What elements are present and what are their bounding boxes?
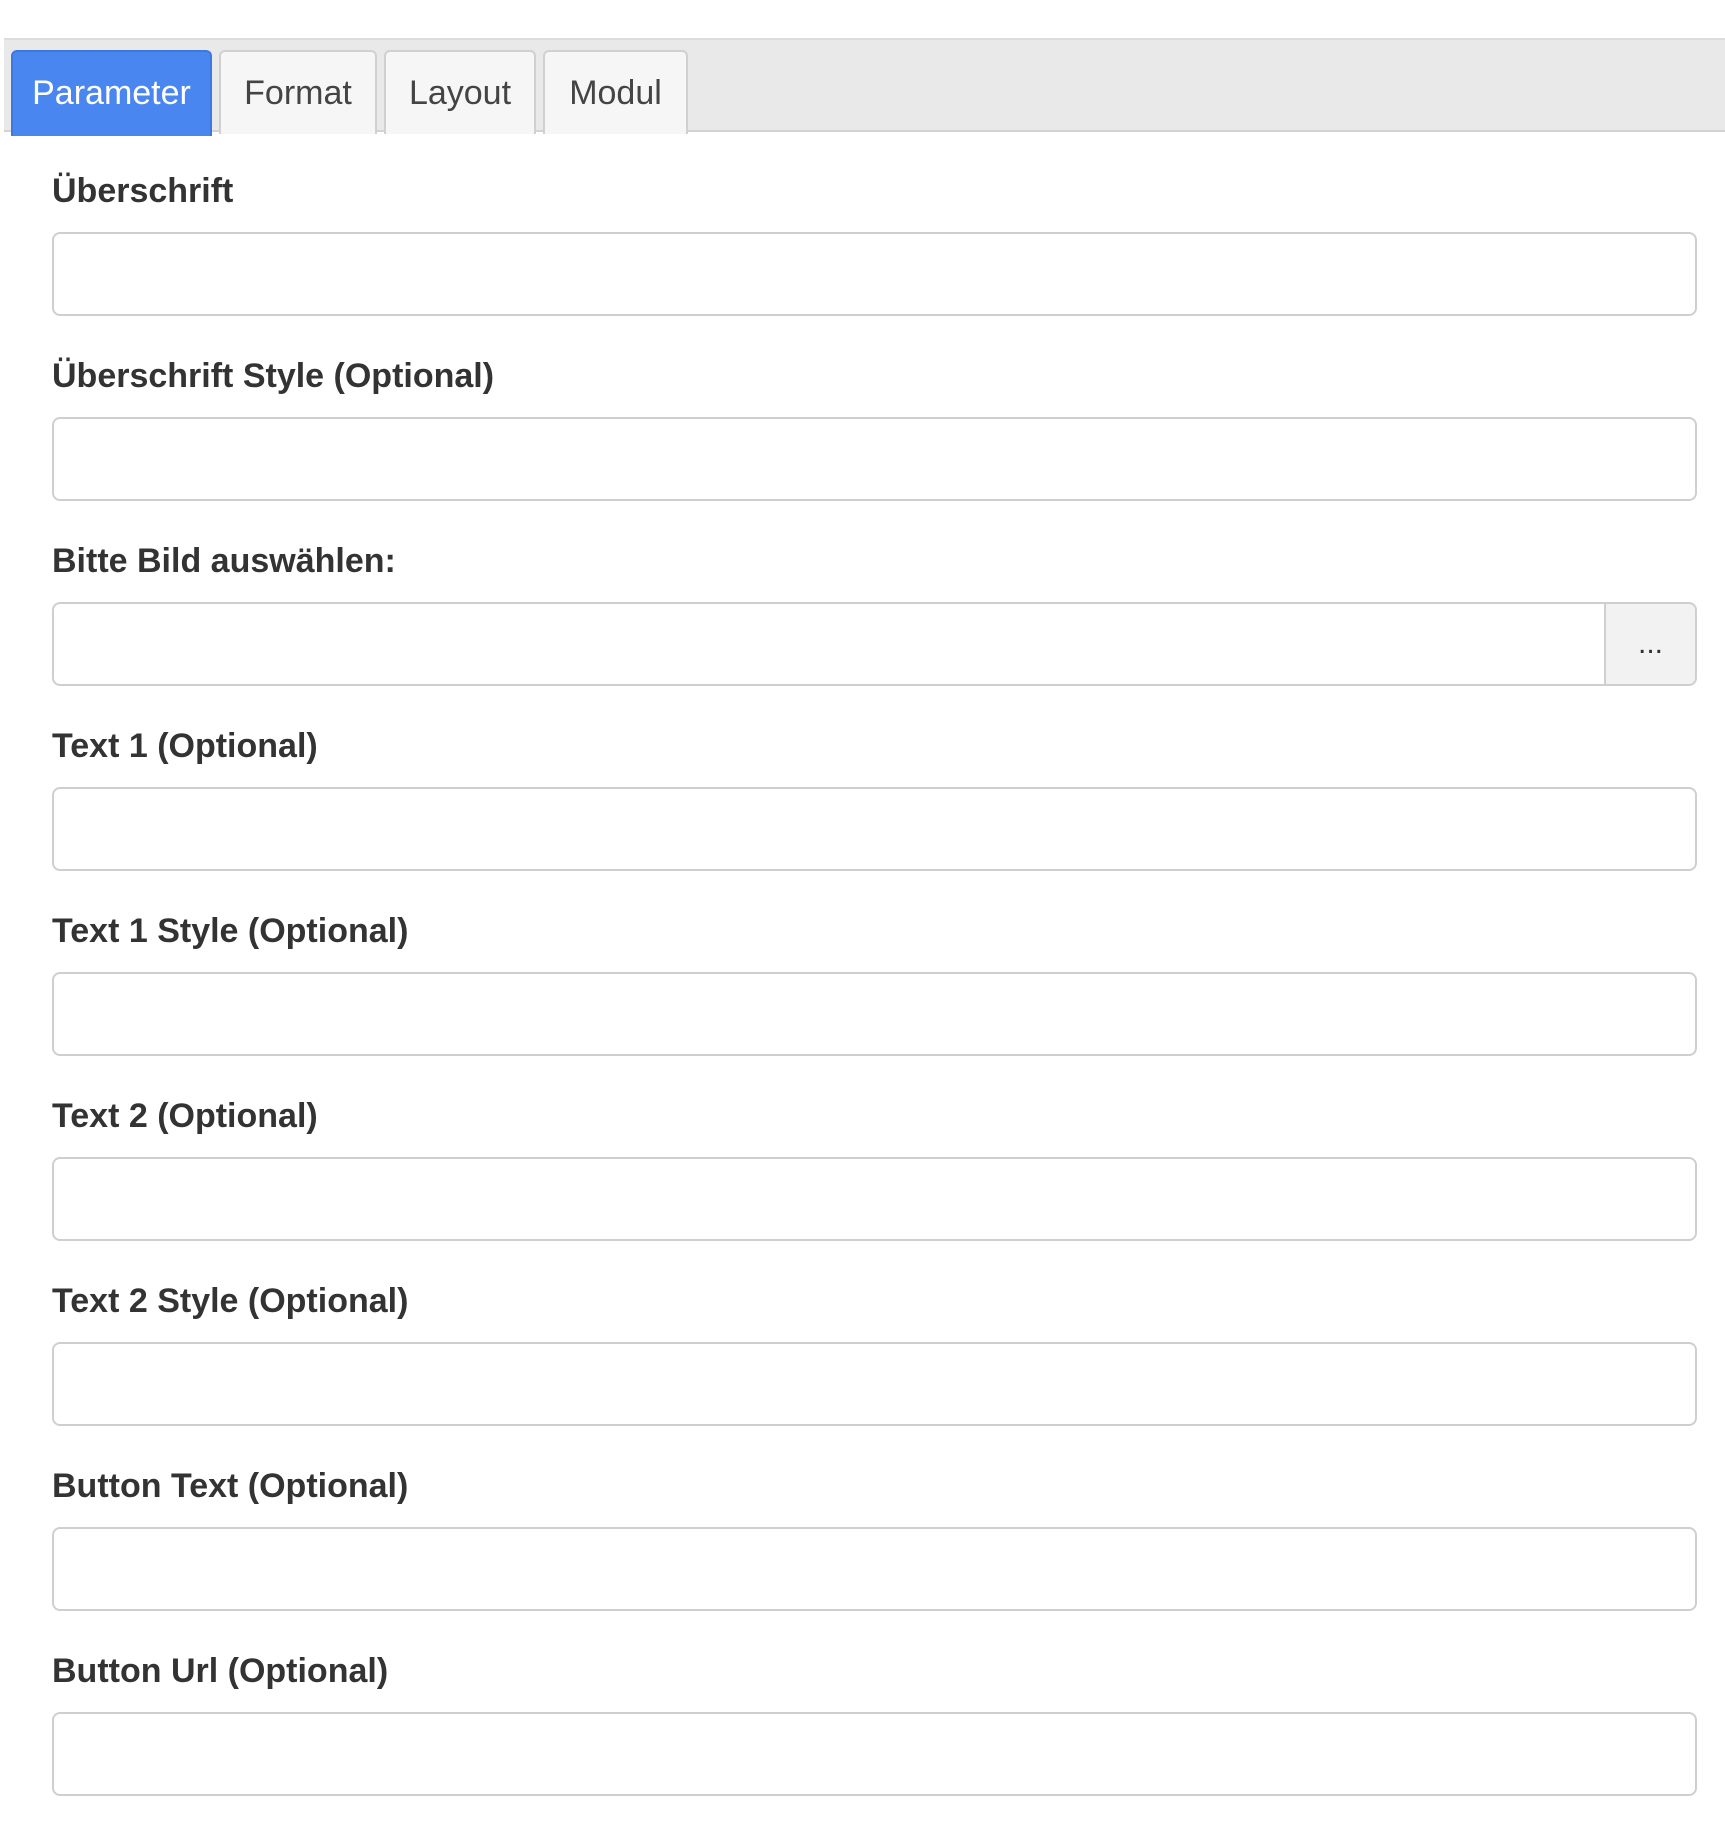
field-button-url: Button Url (Optional) bbox=[52, 1612, 1697, 1797]
bild-path-input[interactable] bbox=[52, 602, 1606, 686]
field-bild: Bitte Bild auswählen: ... bbox=[52, 502, 1697, 687]
tab-format[interactable]: Format bbox=[219, 50, 377, 134]
ueberschrift-input[interactable] bbox=[52, 232, 1697, 316]
field-ueberschrift: Überschrift bbox=[52, 132, 1697, 317]
text2-style-input[interactable] bbox=[52, 1342, 1697, 1426]
field-text2-style: Text 2 Style (Optional) bbox=[52, 1242, 1697, 1427]
tab-parameter[interactable]: Parameter bbox=[11, 50, 212, 136]
field-label: Überschrift Style (Optional) bbox=[52, 357, 495, 395]
tab-modul[interactable]: Modul bbox=[543, 50, 688, 134]
bild-browse-button[interactable]: ... bbox=[1604, 602, 1697, 686]
tab-layout[interactable]: Layout bbox=[384, 50, 536, 134]
field-button-text: Button Text (Optional) bbox=[52, 1427, 1697, 1612]
field-text1-style: Text 1 Style (Optional) bbox=[52, 872, 1697, 1057]
button-url-input[interactable] bbox=[52, 1712, 1697, 1796]
text1-input[interactable] bbox=[52, 787, 1697, 871]
field-label: Text 2 Style (Optional) bbox=[52, 1282, 409, 1320]
field-label: Text 2 (Optional) bbox=[52, 1097, 318, 1135]
field-label: Bitte Bild auswählen: bbox=[52, 542, 396, 580]
button-text-input[interactable] bbox=[52, 1527, 1697, 1611]
field-label: Text 1 (Optional) bbox=[52, 727, 318, 765]
field-label: Button Url (Optional) bbox=[52, 1652, 389, 1690]
text2-input[interactable] bbox=[52, 1157, 1697, 1241]
text1-style-input[interactable] bbox=[52, 972, 1697, 1056]
field-label: Überschrift bbox=[52, 172, 234, 210]
tab-bar: Parameter Format Layout Modul bbox=[4, 38, 1725, 136]
ueberschrift-style-input[interactable] bbox=[52, 417, 1697, 501]
field-label: Text 1 Style (Optional) bbox=[52, 912, 409, 950]
field-label: Button Text (Optional) bbox=[52, 1467, 409, 1505]
field-text2: Text 2 (Optional) bbox=[52, 1057, 1697, 1242]
field-text1: Text 1 (Optional) bbox=[52, 687, 1697, 872]
field-ueberschrift-style: Überschrift Style (Optional) bbox=[52, 317, 1697, 502]
parameter-form: Überschrift Überschrift Style (Optional)… bbox=[52, 132, 1697, 1797]
